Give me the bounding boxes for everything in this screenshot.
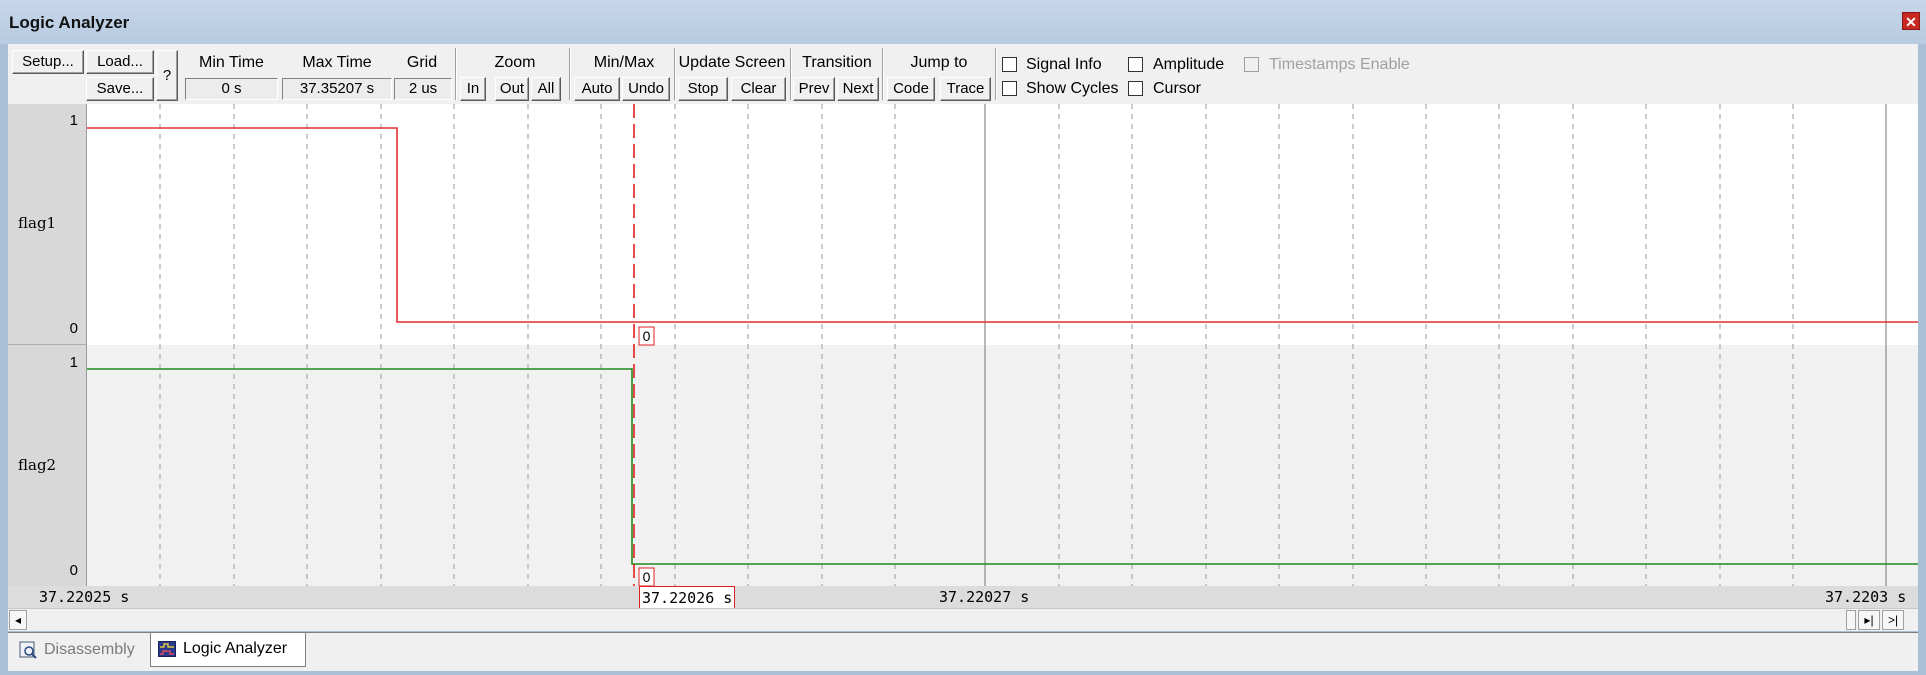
transition-label: Transition	[802, 54, 872, 71]
time-axis-cursor-label: 37.22026 s	[639, 586, 736, 608]
close-button[interactable]: ✕	[1902, 12, 1920, 30]
save-button[interactable]: Save...	[86, 77, 154, 101]
tab-logic-analyzer-label: Logic Analyzer	[183, 640, 288, 657]
jump-to-label: Jump to	[910, 54, 968, 71]
scroll-thumb[interactable]	[1846, 610, 1856, 630]
flag1-high-label: 1	[69, 112, 78, 129]
zoom-out-button[interactable]: Out	[495, 77, 529, 101]
flag1-name[interactable]: flag1	[18, 214, 56, 232]
separator	[455, 48, 457, 100]
trace-button[interactable]: Trace	[940, 77, 991, 101]
disassembly-icon	[19, 641, 37, 659]
flag1-track	[87, 104, 1918, 345]
timestamps-enable-checkbox	[1244, 57, 1259, 72]
stop-button[interactable]: Stop	[678, 77, 728, 101]
help-button[interactable]: ?	[156, 50, 178, 101]
toolbar: Setup... Load... Save... ? Min Time 0 s …	[8, 44, 1918, 104]
flag2-low-label: 0	[69, 562, 78, 579]
setup-button[interactable]: Setup...	[12, 50, 84, 74]
next-button[interactable]: Next	[837, 77, 879, 101]
title-bar: Logic Analyzer ✕	[0, 0, 1926, 44]
grid-value: 2 us	[394, 78, 452, 100]
signal-info-label: Signal Info	[1026, 56, 1102, 73]
signal-divider	[8, 344, 86, 345]
show-cycles-label: Show Cycles	[1026, 80, 1119, 97]
flag1-cursor-value: 0	[643, 328, 651, 344]
scroll-end-button[interactable]: >|	[1882, 610, 1904, 630]
logic-analyzer-icon	[158, 641, 176, 657]
min-time-label: Min Time	[199, 54, 264, 71]
timestamps-enable-label: Timestamps Enable	[1269, 56, 1410, 73]
load-button[interactable]: Load...	[86, 50, 154, 74]
zoom-in-button[interactable]: In	[460, 77, 486, 101]
arrow-right-icon: ▸|	[1864, 613, 1874, 627]
time-axis-mid-label: 37.22027 s	[939, 588, 1030, 606]
time-axis-left-label: 37.22025 s	[39, 588, 130, 606]
zoom-label: Zoom	[494, 54, 536, 71]
amplitude-label: Amplitude	[1153, 56, 1225, 73]
tab-disassembly-label: Disassembly	[44, 641, 135, 658]
separator	[995, 48, 997, 100]
tab-bar: Disassembly Logic Analyzer	[8, 632, 1918, 671]
flag2-track	[87, 345, 1918, 586]
amplitude-checkbox[interactable]	[1128, 57, 1143, 72]
arrow-left-icon: ◂	[14, 613, 22, 627]
separator	[569, 48, 571, 100]
scroll-end-icon: >|	[1887, 613, 1899, 627]
cursor-checkbox[interactable]	[1128, 81, 1143, 96]
tab-logic-analyzer[interactable]: Logic Analyzer	[150, 633, 306, 667]
minmax-label: Min/Max	[593, 54, 655, 71]
scroll-right-button[interactable]: ▸|	[1858, 610, 1880, 630]
signal-name-panel: 1 flag1 0 1 flag2 0	[8, 104, 87, 586]
scroll-left-button[interactable]: ◂	[9, 610, 27, 630]
cursor-label: Cursor	[1153, 80, 1202, 97]
flag2-high-label: 1	[69, 354, 78, 371]
close-icon: ✕	[1905, 14, 1917, 30]
clear-button[interactable]: Clear	[731, 77, 786, 101]
time-axis: 37.22025 s 37.22026 s 37.22027 s 37.2203…	[8, 586, 1918, 608]
flag2-cursor-value: 0	[643, 569, 651, 585]
max-time-label: Max Time	[302, 54, 372, 71]
code-button[interactable]: Code	[887, 77, 935, 101]
undo-button[interactable]: Undo	[622, 77, 670, 101]
grid-label: Grid	[406, 54, 438, 71]
flag1-low-label: 0	[69, 320, 78, 337]
max-time-value: 37.35207 s	[282, 78, 392, 100]
signal-info-checkbox[interactable]	[1002, 57, 1017, 72]
window-title: Logic Analyzer	[9, 13, 130, 32]
time-axis-right-label: 37.2203 s	[1825, 588, 1907, 606]
tab-disassembly[interactable]: Disassembly	[12, 634, 152, 666]
auto-button[interactable]: Auto	[574, 77, 620, 101]
zoom-all-button[interactable]: All	[531, 77, 561, 101]
min-time-value: 0 s	[185, 78, 278, 100]
flag2-name[interactable]: flag2	[18, 456, 56, 474]
horizontal-scrollbar[interactable]: ◂ ▸| >|	[8, 608, 1918, 631]
prev-button[interactable]: Prev	[793, 77, 835, 101]
waveform-area[interactable]: 0 0	[87, 104, 1918, 586]
update-screen-label: Update Screen	[678, 54, 786, 71]
show-cycles-checkbox[interactable]	[1002, 81, 1017, 96]
